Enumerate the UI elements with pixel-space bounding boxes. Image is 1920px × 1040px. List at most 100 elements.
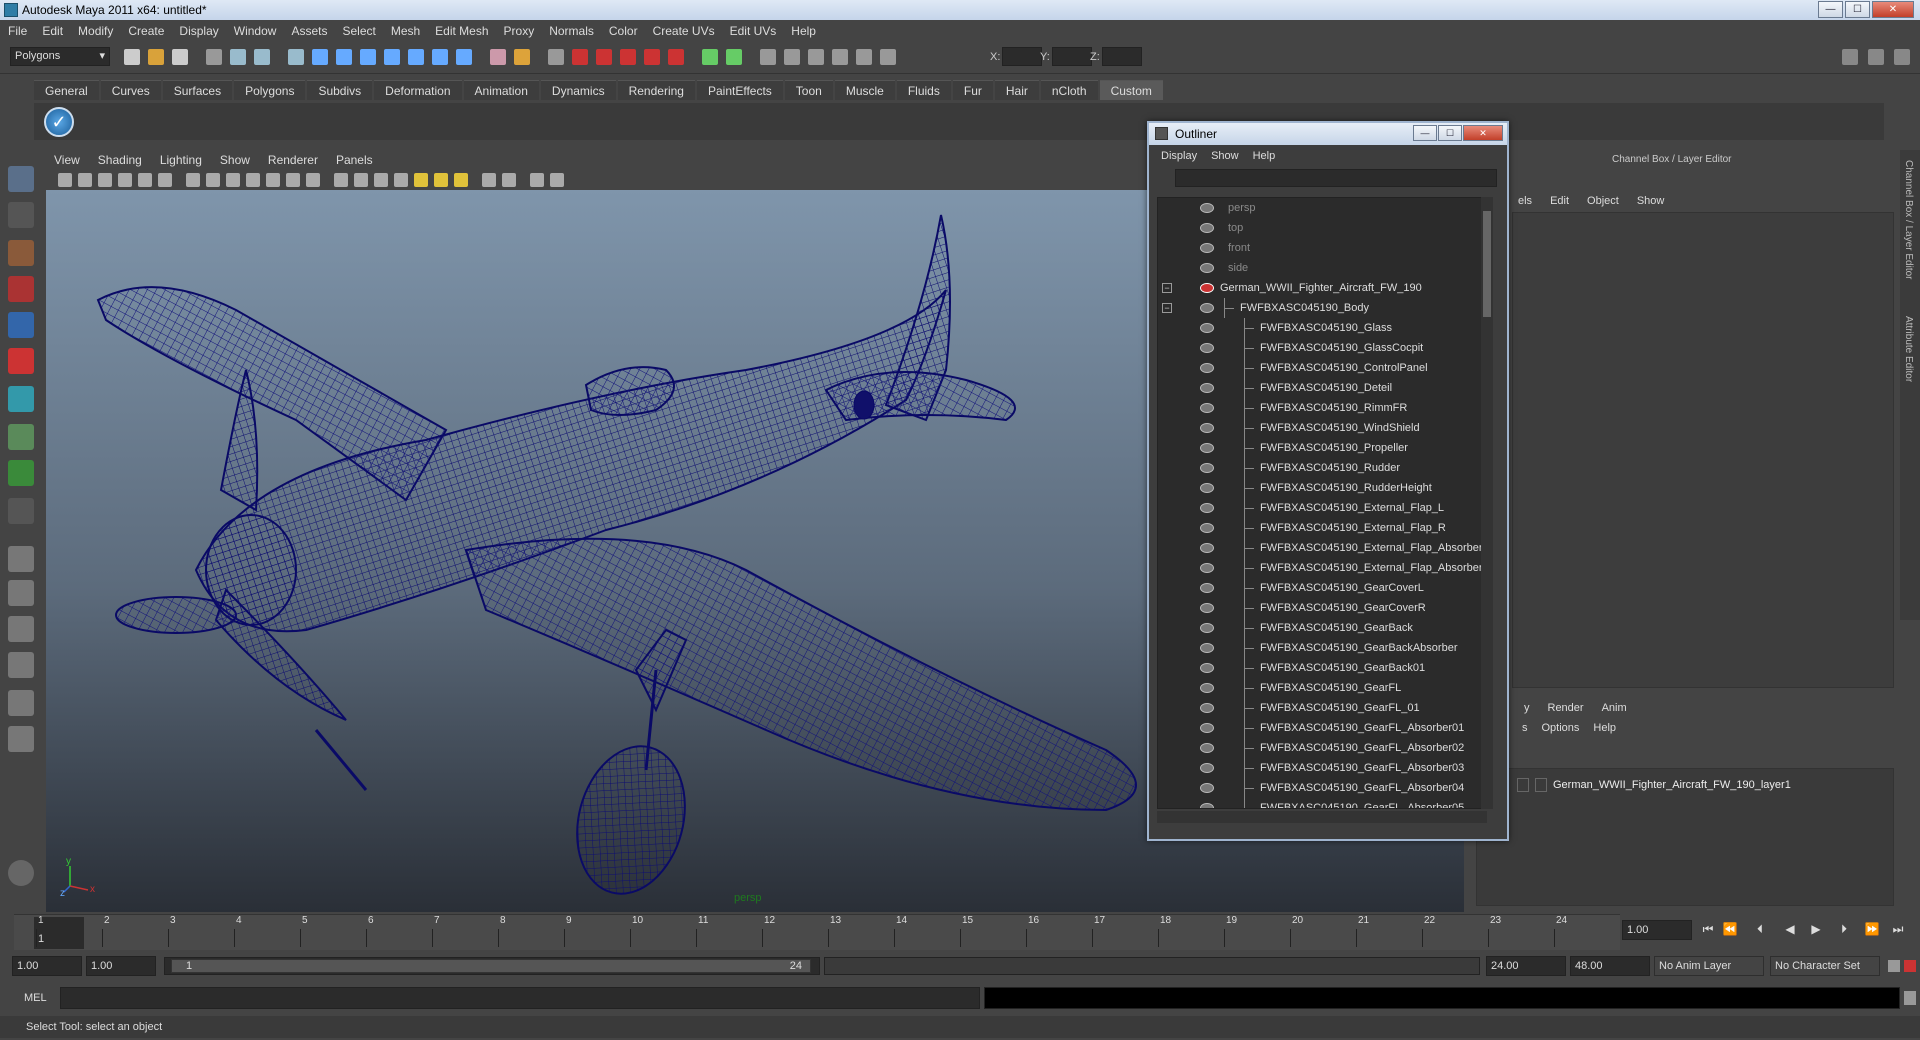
snap-plane-icon[interactable] (620, 49, 636, 65)
shelf-tab-general[interactable]: General (34, 80, 99, 100)
outliner-minimize-button[interactable]: — (1413, 125, 1437, 141)
viewport-menu-panels[interactable]: Panels (336, 153, 373, 167)
show-manip-icon[interactable] (8, 460, 34, 486)
output-ops-icon[interactable] (726, 49, 742, 65)
select-by-curve-icon[interactable] (336, 49, 352, 65)
menu-select[interactable]: Select (342, 24, 375, 38)
single-pane-layout-icon[interactable] (8, 546, 34, 572)
outliner-row-mesh[interactable]: FWFBXASC045190_ControlPanel (1158, 358, 1486, 378)
input-ops-icon[interactable] (702, 49, 718, 65)
layer-tab-anim[interactable]: Anim (1602, 702, 1627, 720)
outliner-layout-icon[interactable] (8, 616, 34, 642)
outliner-menu-display[interactable]: Display (1161, 150, 1197, 162)
menu-modify[interactable]: Modify (78, 24, 113, 38)
field-chart-icon[interactable] (266, 173, 280, 187)
outliner-menu-show[interactable]: Show (1211, 150, 1239, 162)
outliner-row-camera[interactable]: side (1158, 258, 1486, 278)
grid-icon[interactable] (186, 173, 200, 187)
outliner-row-mesh[interactable]: FWFBXASC045190_WindShield (1158, 418, 1486, 438)
hand-tool-icon[interactable] (8, 860, 34, 886)
menu-proxy[interactable]: Proxy (504, 24, 535, 38)
select-by-misc-icon[interactable] (456, 49, 472, 65)
viewport-menu-lighting[interactable]: Lighting (160, 153, 202, 167)
menu-assets[interactable]: Assets (291, 24, 327, 38)
render-settings-icon[interactable] (808, 49, 824, 65)
ambient-occlusion-icon[interactable] (550, 173, 564, 187)
select-by-render-icon[interactable] (432, 49, 448, 65)
select-by-joint-icon[interactable] (312, 49, 328, 65)
shelf-tab-custom[interactable]: Custom (1099, 80, 1163, 100)
wireframe-icon[interactable] (334, 173, 348, 187)
menu-color[interactable]: Color (609, 24, 638, 38)
shelf-check-icon[interactable]: ✓ (44, 107, 74, 137)
select-by-handle-icon[interactable] (288, 49, 304, 65)
safe-title-icon[interactable] (306, 173, 320, 187)
channel-box-menu-show[interactable]: Show (1637, 195, 1665, 207)
textured-icon[interactable] (394, 173, 408, 187)
outliner-row-mesh[interactable]: FWFBXASC045190_RudderHeight (1158, 478, 1486, 498)
maximize-button[interactable]: ☐ (1845, 1, 1870, 18)
menu-edit-uvs[interactable]: Edit UVs (730, 24, 777, 38)
outliner-row-mesh[interactable]: FWFBXASC045190_External_Flap_AbsorberL (1158, 558, 1486, 578)
outliner-row-mesh[interactable]: FWFBXASC045190_GearFL (1158, 678, 1486, 698)
universal-manip-icon[interactable] (8, 386, 34, 412)
outliner-row-mesh[interactable]: FWFBXASC045190_Glass (1158, 318, 1486, 338)
render-current-icon[interactable] (760, 49, 776, 65)
outliner-row-body[interactable]: − FWFBXASC045190_Body (1158, 298, 1486, 318)
viewport-menu-show[interactable]: Show (220, 153, 250, 167)
outliner-row-mesh[interactable]: FWFBXASC045190_GearCoverL (1158, 578, 1486, 598)
animation-end-field[interactable]: 48.00 (1570, 956, 1650, 976)
shelf-tab-hair[interactable]: Hair (994, 80, 1039, 100)
layer-tab-render[interactable]: Render (1548, 702, 1584, 720)
shelf-tab-fluids[interactable]: Fluids (896, 80, 951, 100)
snap-grid-icon[interactable] (548, 49, 564, 65)
select-hierarchy-icon[interactable] (206, 49, 222, 65)
outliner-row-mesh[interactable]: FWFBXASC045190_GearFL_Absorber02 (1158, 738, 1486, 758)
select-by-deform-icon[interactable] (384, 49, 400, 65)
anim-layer-dropdown[interactable]: No Anim Layer (1654, 956, 1764, 976)
shelf-tab-curves[interactable]: Curves (100, 80, 161, 100)
layer-row[interactable]: German_WWII_Fighter_Aircraft_FW_190_laye… (1477, 775, 1887, 795)
select-object-icon[interactable] (230, 49, 246, 65)
flat-light-icon[interactable] (454, 173, 468, 187)
scale-tool-icon[interactable] (8, 348, 34, 374)
menu-create-uvs[interactable]: Create UVs (653, 24, 715, 38)
snap-point-icon[interactable] (596, 49, 612, 65)
highlight-selection-icon[interactable] (514, 49, 530, 65)
viewport-menu-view[interactable]: View (54, 153, 80, 167)
layer-menu-help[interactable]: Help (1593, 722, 1616, 740)
shelf-tab-subdivs[interactable]: Subdivs (307, 80, 373, 100)
shelf-tab-polygons[interactable]: Polygons (234, 80, 306, 100)
outliner-row-mesh[interactable]: FWFBXASC045190_GlassCocpit (1158, 338, 1486, 358)
minimize-button[interactable]: — (1818, 1, 1843, 18)
menu-window[interactable]: Window (234, 24, 277, 38)
shelf-tab-surfaces[interactable]: Surfaces (162, 80, 233, 100)
layer-visibility-toggle[interactable] (1517, 778, 1529, 792)
outliner-row-mesh[interactable]: FWFBXASC045190_GearBack01 (1158, 658, 1486, 678)
playback-start-field[interactable]: 1.00 (86, 956, 156, 976)
step-forward-key-button[interactable]: ⏩ (1864, 920, 1880, 938)
outliner-row-mesh[interactable]: FWFBXASC045190_External_Flap_L (1158, 498, 1486, 518)
viewport-menu-renderer[interactable]: Renderer (268, 153, 318, 167)
ipr-render-icon[interactable] (784, 49, 800, 65)
menu-display[interactable]: Display (179, 24, 218, 38)
outliner-row-camera[interactable]: front (1158, 238, 1486, 258)
isolate-select-icon[interactable] (482, 173, 496, 187)
time-slider[interactable]: 1 1 2 3 4 5 6 7 8 9 10 11 12 13 14 15 16 17 18 19 20 21 22 23 2… (14, 914, 1620, 950)
shelf-tab-muscle[interactable]: Muscle (834, 80, 895, 100)
close-button[interactable]: ✕ (1872, 1, 1914, 18)
channel-box-menu-edit[interactable]: Edit (1550, 195, 1569, 207)
outliner-row-mesh[interactable]: FWFBXASC045190_RimmFR (1158, 398, 1486, 418)
layer-tab-y[interactable]: y (1524, 702, 1530, 720)
outliner-row-mesh[interactable]: FWFBXASC045190_External_Flap_AbsorberF (1158, 538, 1486, 558)
safe-action-icon[interactable] (286, 173, 300, 187)
outliner-menu-help[interactable]: Help (1253, 150, 1276, 162)
collapse-icon[interactable]: − (1162, 303, 1172, 313)
outliner-row-mesh[interactable]: FWFBXASC045190_GearBack (1158, 618, 1486, 638)
y-coord-input[interactable] (1052, 47, 1092, 66)
smooth-shade-icon[interactable] (354, 173, 368, 187)
channel-box-menu-object[interactable]: Object (1587, 195, 1619, 207)
step-forward-frame-button[interactable]: ⏵ (1836, 920, 1852, 938)
open-scene-icon[interactable] (148, 49, 164, 65)
camera-select-icon[interactable] (58, 173, 72, 187)
